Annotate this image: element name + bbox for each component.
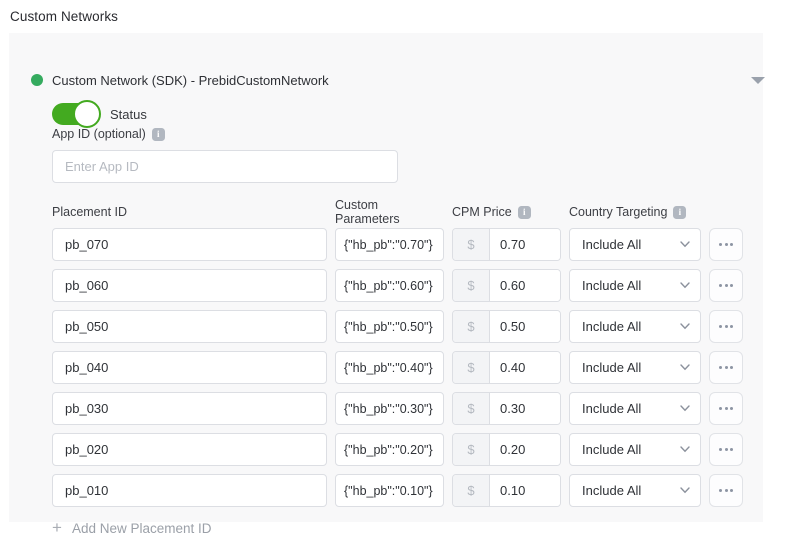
cpm-price-header-text: CPM Price <box>452 205 512 219</box>
cpm-price-field: $ <box>452 351 561 384</box>
country-targeting-select[interactable]: Include All <box>569 310 701 343</box>
currency-dollar-prefix: $ <box>453 434 490 465</box>
country-targeting-header-text: Country Targeting <box>569 205 667 219</box>
cpm-price-field: $ <box>452 228 561 261</box>
app-id-input[interactable] <box>52 150 398 183</box>
country-targeting-select[interactable]: Include All <box>569 474 701 507</box>
placement-table-row: $ Include All <box>52 351 743 384</box>
cpm-price-input[interactable] <box>490 393 560 424</box>
placement-id-input[interactable] <box>52 351 327 384</box>
custom-parameters-input[interactable] <box>335 310 444 343</box>
custom-parameters-input[interactable] <box>335 474 444 507</box>
placement-id-input[interactable] <box>52 310 327 343</box>
cpm-price-input[interactable] <box>490 229 560 260</box>
cpm-price-field: $ <box>452 392 561 425</box>
currency-dollar-prefix: $ <box>453 475 490 506</box>
app-id-info-icon[interactable] <box>152 128 165 141</box>
cpm-price-input[interactable] <box>490 352 560 383</box>
row-menu-button[interactable] <box>709 474 743 507</box>
add-placement-button[interactable]: Add New Placement ID <box>52 520 212 536</box>
placement-table-row: $ Include All <box>52 310 743 343</box>
country-targeting-column-header: Country Targeting <box>569 205 701 219</box>
placement-table-row: $ Include All <box>52 433 743 466</box>
toggle-knob <box>73 100 101 128</box>
ellipsis-icon <box>719 366 722 369</box>
currency-dollar-prefix: $ <box>453 393 490 424</box>
app-id-label-text: App ID (optional) <box>52 127 146 141</box>
currency-dollar-prefix: $ <box>453 352 490 383</box>
placement-table-row: $ Include All <box>52 228 743 261</box>
cpm-price-field: $ <box>452 474 561 507</box>
cpm-price-info-icon[interactable] <box>518 206 531 219</box>
country-targeting-select[interactable]: Include All <box>569 351 701 384</box>
app-id-label: App ID (optional) <box>52 127 165 141</box>
status-toggle-row: Status <box>52 103 147 125</box>
ellipsis-icon <box>719 243 722 246</box>
cpm-price-field: $ <box>452 310 561 343</box>
network-status-dot-icon <box>31 74 43 86</box>
row-menu-button[interactable] <box>709 228 743 261</box>
currency-dollar-prefix: $ <box>453 270 490 301</box>
ellipsis-icon <box>719 325 722 328</box>
row-menu-button[interactable] <box>709 392 743 425</box>
status-label: Status <box>110 107 147 122</box>
placement-id-input[interactable] <box>52 228 327 261</box>
country-targeting-select[interactable]: Include All <box>569 269 701 302</box>
ellipsis-icon <box>719 407 722 410</box>
cpm-price-input[interactable] <box>490 434 560 465</box>
cpm-price-field: $ <box>452 433 561 466</box>
placement-rows: $ Include All $ <box>52 228 743 515</box>
row-menu-button[interactable] <box>709 433 743 466</box>
placement-table-row: $ Include All <box>52 392 743 425</box>
placement-id-input[interactable] <box>52 474 327 507</box>
currency-dollar-prefix: $ <box>453 229 490 260</box>
cpm-price-input[interactable] <box>490 270 560 301</box>
custom-parameters-column-header: Custom Parameters <box>335 198 444 226</box>
custom-parameters-input[interactable] <box>335 392 444 425</box>
ellipsis-icon <box>719 448 722 451</box>
custom-parameters-header-text: Custom Parameters <box>335 198 444 226</box>
row-menu-button[interactable] <box>709 269 743 302</box>
currency-dollar-prefix: $ <box>453 311 490 342</box>
cpm-price-column-header: CPM Price <box>452 205 561 219</box>
page-title: Custom Networks <box>10 9 118 24</box>
custom-parameters-input[interactable] <box>335 269 444 302</box>
country-targeting-info-icon[interactable] <box>673 206 686 219</box>
row-menu-button[interactable] <box>709 310 743 343</box>
cpm-price-input[interactable] <box>490 311 560 342</box>
custom-network-card: Custom Network (SDK) - PrebidCustomNetwo… <box>9 33 763 522</box>
row-menu-button[interactable] <box>709 351 743 384</box>
custom-parameters-input[interactable] <box>335 351 444 384</box>
network-title: Custom Network (SDK) - PrebidCustomNetwo… <box>52 73 329 88</box>
ellipsis-icon <box>719 489 722 492</box>
placement-table-row: $ Include All <box>52 474 743 507</box>
add-placement-label: Add New Placement ID <box>72 521 212 536</box>
country-targeting-select[interactable]: Include All <box>569 433 701 466</box>
app-id-field <box>52 150 398 183</box>
status-toggle[interactable] <box>52 103 98 125</box>
table-header-row: Placement ID Custom Parameters CPM Price… <box>52 198 701 226</box>
placement-id-input[interactable] <box>52 269 327 302</box>
custom-parameters-input[interactable] <box>335 228 444 261</box>
placement-id-column-header: Placement ID <box>52 205 327 219</box>
plus-icon <box>52 520 62 536</box>
cpm-price-field: $ <box>452 269 561 302</box>
collapse-chevron-icon[interactable] <box>751 77 765 84</box>
placement-id-header-text: Placement ID <box>52 205 127 219</box>
ellipsis-icon <box>719 284 722 287</box>
placement-table-row: $ Include All <box>52 269 743 302</box>
placement-id-input[interactable] <box>52 433 327 466</box>
country-targeting-select[interactable]: Include All <box>569 392 701 425</box>
custom-parameters-input[interactable] <box>335 433 444 466</box>
country-targeting-select[interactable]: Include All <box>569 228 701 261</box>
placement-id-input[interactable] <box>52 392 327 425</box>
cpm-price-input[interactable] <box>490 475 560 506</box>
